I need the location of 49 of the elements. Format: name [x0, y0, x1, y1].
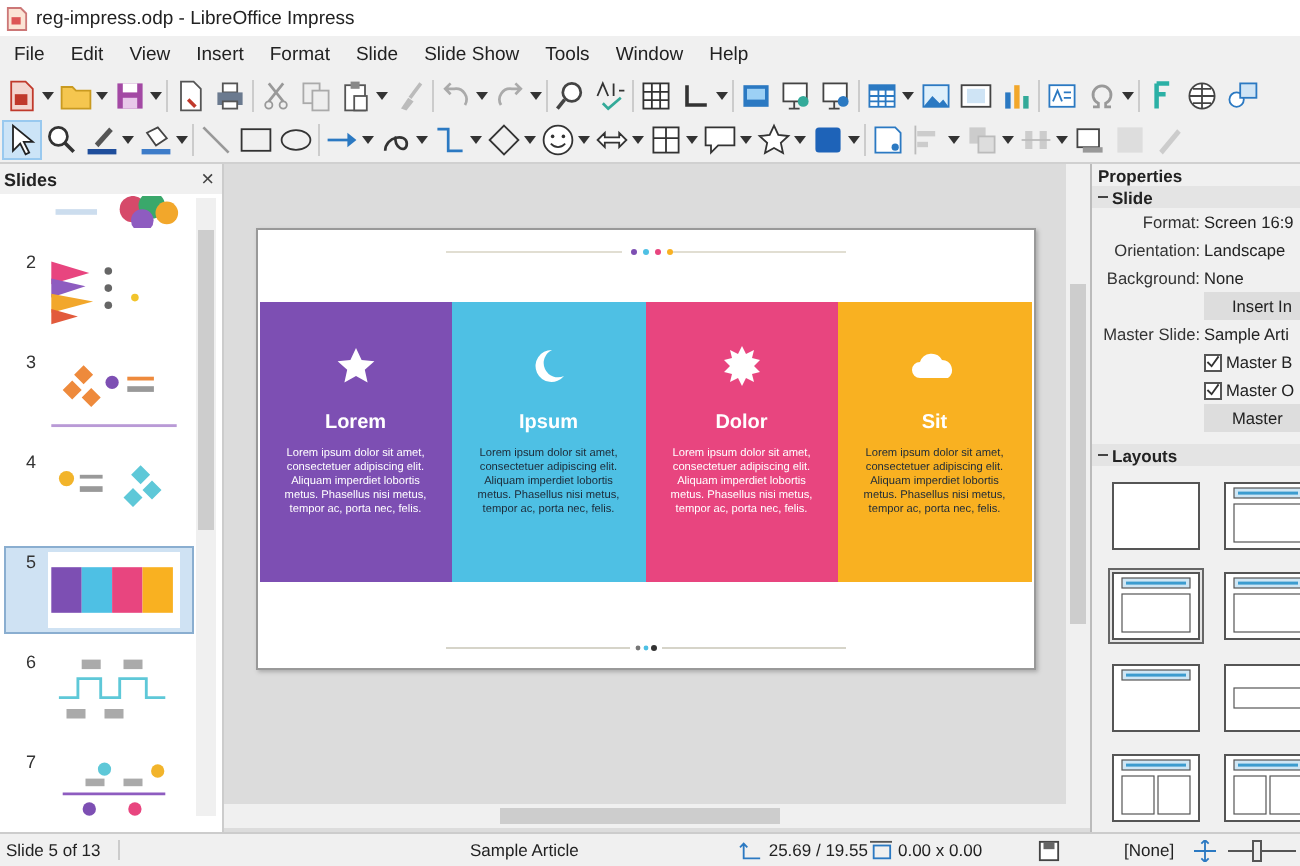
size-readout: 0.00 x 0.00: [897, 840, 983, 860]
slide-number: 5: [26, 552, 39, 572]
slide-number: 3: [26, 352, 39, 372]
menu-item[interactable]: Tools: [535, 44, 600, 66]
slide-counter: Slide 5 of 13: [0, 840, 120, 860]
checkbox-label: Master B: [1226, 352, 1293, 372]
field-label: Orientation:: [1112, 240, 1200, 260]
close-button[interactable]: ×: [201, 167, 214, 191]
menu-item[interactable]: Format: [259, 44, 340, 66]
menu-item[interactable]: File: [4, 44, 55, 66]
menu-item[interactable]: Insert: [186, 44, 254, 66]
dropdown-field[interactable]: Sample Arti: [1204, 324, 1289, 344]
field-value[interactable]: Landscape: [1204, 240, 1286, 260]
panel-title: Slides: [4, 169, 58, 189]
field-label: Format:: [1140, 212, 1200, 232]
menu-item[interactable]: Slide Show: [414, 44, 530, 66]
insert-image-button[interactable]: Insert In: [1204, 292, 1300, 320]
panel-title: Properties: [1098, 165, 1183, 185]
slide-list-item[interactable]: 5: [6, 548, 192, 632]
section-title: Slide: [1112, 187, 1153, 207]
menu-item[interactable]: Help: [699, 44, 759, 66]
field-value[interactable]: Screen 16:9: [1204, 212, 1294, 232]
slide-list-item[interactable]: 7: [6, 748, 192, 832]
slide-list-item[interactable]: 4: [6, 448, 192, 532]
window-title: reg-impress.odp - LibreOffice Impress: [36, 7, 355, 29]
field-value[interactable]: None: [1204, 268, 1244, 288]
master-slides-button[interactable]: Master: [1204, 404, 1300, 432]
slide-number: 6: [26, 652, 39, 672]
slide-number: 4: [26, 452, 39, 472]
position-readout: 25.69 / 19.55: [768, 840, 868, 860]
slide-number: 2: [26, 252, 39, 272]
slide-number: 7: [26, 752, 39, 772]
section-title: Layouts: [1112, 445, 1178, 465]
column-title: Dolor: [715, 412, 768, 434]
field-label: Master Slide:: [1101, 324, 1200, 344]
column-title: Ipsum: [519, 412, 578, 434]
menu-item[interactable]: Window: [605, 44, 694, 66]
master-name: Sample Article: [470, 840, 579, 860]
slide-list-item[interactable]: 3: [6, 348, 192, 432]
checkbox-label: Master O: [1226, 380, 1295, 400]
field-label: Background:: [1104, 268, 1200, 288]
menu-item[interactable]: Slide: [345, 44, 409, 66]
menu-item[interactable]: Edit: [60, 44, 114, 66]
column-title: Lorem: [324, 412, 387, 434]
slide-list-item[interactable]: 2: [6, 248, 192, 332]
language-status: [None]: [1124, 840, 1175, 860]
slide-list-item[interactable]: 6: [6, 648, 192, 732]
column-title: Sit: [921, 412, 948, 434]
menu-item[interactable]: View: [119, 44, 181, 66]
